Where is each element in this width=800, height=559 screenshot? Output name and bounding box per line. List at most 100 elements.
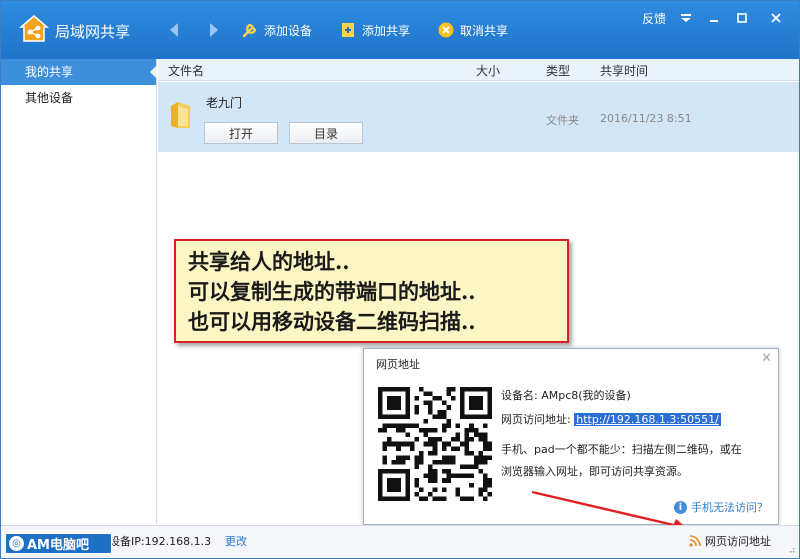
status-bar: 设备IP:192.168.1.3 更改 网页访问地址	[1, 525, 799, 558]
forward-arrow-icon[interactable]	[207, 21, 221, 39]
qr-module	[423, 391, 429, 397]
qr-module	[446, 418, 451, 424]
qr-module	[464, 464, 470, 470]
column-type[interactable]: 类型	[546, 62, 570, 79]
column-size[interactable]: 大小	[476, 62, 500, 79]
qr-code-icon	[378, 387, 492, 501]
qr-module	[428, 428, 433, 433]
qr-module	[473, 455, 479, 460]
annotation-line: 可以复制生成的带端口的地址..	[188, 279, 476, 304]
qr-module	[455, 446, 461, 451]
qr-module	[469, 437, 474, 442]
web-address-button[interactable]: 网页访问地址	[689, 533, 771, 549]
qr-module	[450, 459, 456, 465]
add-device-button[interactable]: 添加设备	[241, 19, 312, 41]
qr-module	[382, 459, 388, 465]
qr-module	[464, 428, 470, 433]
qr-module	[423, 441, 429, 447]
qr-module	[396, 441, 401, 447]
qr-module	[405, 455, 410, 460]
url-row: 网页访问地址: http://192.168.1.3:50551/	[501, 411, 721, 427]
qr-module	[428, 441, 433, 447]
qr-module	[382, 428, 388, 433]
qr-module	[428, 464, 433, 470]
qr-module	[441, 469, 447, 474]
qr-module	[405, 423, 410, 429]
qr-module	[450, 387, 456, 392]
add-share-button[interactable]: 添加共享	[339, 19, 410, 41]
qr-module	[487, 446, 492, 451]
change-ip-link[interactable]: 更改	[225, 533, 247, 549]
qr-module	[414, 478, 420, 483]
qr-module	[400, 423, 406, 429]
close-button[interactable]	[767, 9, 785, 27]
qr-module	[469, 423, 474, 429]
qr-module	[437, 437, 442, 442]
qr-module	[396, 459, 401, 465]
menu-button[interactable]	[677, 9, 695, 27]
qr-module	[419, 455, 424, 460]
sidebar-item-other-devices[interactable]: 其他设备	[1, 85, 156, 111]
column-time[interactable]: 共享时间	[600, 62, 648, 79]
qr-module	[441, 409, 447, 415]
feedback-button[interactable]: 反馈	[641, 9, 667, 27]
qr-module	[409, 446, 415, 451]
qr-module	[469, 428, 474, 433]
annotation-callout: 共享给人的地址.. 可以复制生成的带端口的地址.. 也可以用移动设备二维码扫描.…	[174, 239, 569, 343]
qr-module	[446, 478, 451, 483]
resize-grip-icon[interactable]	[787, 545, 795, 553]
qr-module	[432, 496, 438, 501]
qr-module	[482, 455, 488, 460]
qr-module	[473, 459, 479, 465]
qr-module	[441, 478, 447, 483]
annotation-line: 也可以用移动设备二维码扫描..	[188, 309, 476, 334]
qr-module	[405, 441, 410, 447]
qr-module	[482, 496, 488, 501]
app-title: 局域网共享	[55, 23, 131, 41]
sidebar: 我的共享 其他设备	[1, 59, 157, 524]
table-row[interactable]: 老九门 打开 目录 文件夹 2016/11/23 8:51	[158, 82, 799, 152]
qr-module	[464, 473, 470, 479]
qr-module	[432, 414, 438, 419]
qr-module	[450, 473, 456, 479]
qr-module	[460, 496, 465, 501]
qr-module	[478, 491, 483, 497]
url-link[interactable]: http://192.168.1.3:50551/	[574, 413, 721, 426]
qr-module	[432, 478, 438, 483]
qr-module	[419, 428, 424, 433]
qr-module	[455, 491, 461, 497]
qr-module	[382, 441, 388, 447]
qr-module	[469, 473, 474, 479]
column-name[interactable]: 文件名	[168, 62, 204, 79]
qr-module	[437, 496, 442, 501]
sidebar-item-my-shares[interactable]: 我的共享	[1, 59, 157, 85]
qr-module	[441, 414, 447, 419]
qr-module	[414, 491, 420, 497]
qr-module	[387, 396, 401, 410]
qr-module	[428, 391, 433, 397]
back-arrow-icon[interactable]	[167, 21, 181, 39]
open-button[interactable]: 打开	[204, 122, 278, 144]
qr-module	[432, 437, 438, 442]
cancel-share-button[interactable]: 取消共享	[437, 19, 508, 41]
qr-module	[400, 441, 406, 447]
qr-module	[419, 496, 424, 501]
qr-module	[473, 432, 479, 438]
qr-module	[409, 423, 415, 429]
qr-module	[382, 446, 388, 451]
popup-close-icon[interactable]: ✕	[761, 351, 772, 366]
qr-module	[482, 432, 488, 438]
qr-module	[414, 409, 420, 415]
maximize-button[interactable]	[733, 9, 751, 27]
qr-module	[469, 464, 474, 470]
qr-module	[432, 473, 438, 479]
qr-module	[428, 473, 433, 479]
minimize-button[interactable]	[705, 9, 723, 27]
directory-button[interactable]: 目录	[289, 122, 363, 144]
qr-module	[414, 405, 420, 410]
qr-module	[482, 487, 488, 492]
qr-module	[423, 428, 429, 433]
qr-module	[455, 432, 461, 438]
qr-module	[450, 396, 456, 401]
qr-module	[400, 455, 406, 460]
